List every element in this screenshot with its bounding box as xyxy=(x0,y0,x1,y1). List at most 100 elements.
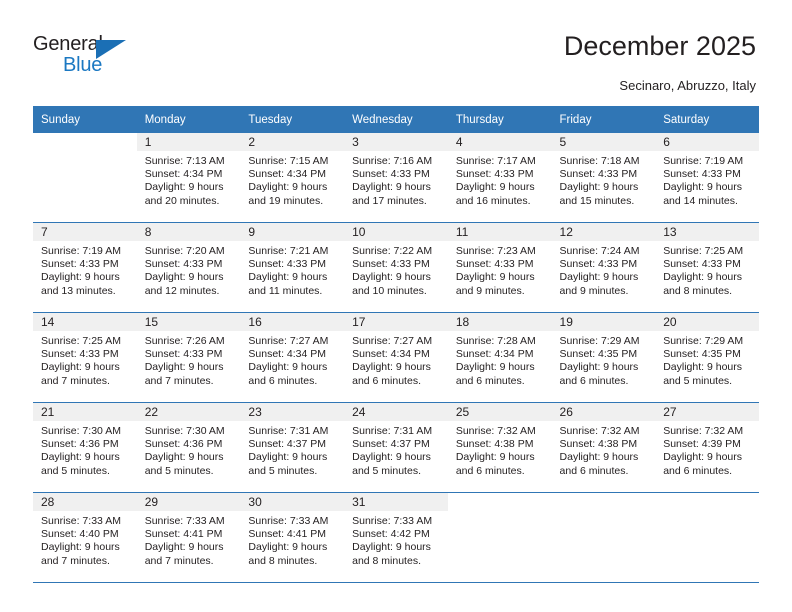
sunset-text: Sunset: 4:33 PM xyxy=(663,258,741,271)
daylight-text-cont: and 7 minutes. xyxy=(144,554,214,567)
calendar-day-cell[interactable]: 11 Sunrise: 7:23 AM Sunset: 4:33 PM Dayligh… xyxy=(447,223,552,313)
day-cell-content: 13 Sunrise: 7:25 AM Sunset: 4:33 PM Dayligh… xyxy=(655,223,759,312)
sunrise-text: Sunrise: 7:16 AM xyxy=(352,155,433,167)
day-number: 29 xyxy=(136,493,241,511)
sunrise-text: Sunrise: 7:29 AM xyxy=(559,335,640,347)
general-blue-logo[interactable]: General Blue xyxy=(33,33,153,81)
day-sun-info: Sunrise: 7:33 AM Sunset: 4:41 PM Daylight:… xyxy=(240,511,344,568)
calendar-day-cell[interactable]: 12 Sunrise: 7:24 AM Sunset: 4:33 PM Dayligh… xyxy=(551,223,656,313)
day-sun-info: Sunrise: 7:31 AM Sunset: 4:37 PM Daylight:… xyxy=(240,421,344,478)
day-sun-info: Sunrise: 7:33 AM Sunset: 4:40 PM Daylight:… xyxy=(33,511,137,568)
calendar-day-cell[interactable]: 21 Sunrise: 7:30 AM Sunset: 4:36 PM Dayligh… xyxy=(33,403,137,493)
daylight-text-cont: and 15 minutes. xyxy=(559,194,635,207)
calendar-day-cell[interactable]: 24 Sunrise: 7:31 AM Sunset: 4:37 PM Dayligh… xyxy=(344,403,448,493)
weekday-header-tuesday: Tuesday xyxy=(240,106,345,133)
day-number xyxy=(655,493,759,511)
day-sun-info: Sunrise: 7:15 AM Sunset: 4:34 PM Daylight:… xyxy=(240,151,344,208)
day-sun-info: Sunrise: 7:23 AM Sunset: 4:33 PM Daylight:… xyxy=(448,241,552,298)
day-number: 14 xyxy=(33,313,137,331)
weekday-header-saturday: Saturday xyxy=(655,106,759,133)
calendar-day-cell[interactable]: 10 Sunrise: 7:22 AM Sunset: 4:33 PM Dayligh… xyxy=(344,223,448,313)
day-sun-info: Sunrise: 7:31 AM Sunset: 4:37 PM Daylight:… xyxy=(344,421,448,478)
day-number: 17 xyxy=(344,313,448,331)
calendar-day-cell[interactable]: 16 Sunrise: 7:27 AM Sunset: 4:34 PM Dayligh… xyxy=(240,313,345,403)
page-subtitle: Secinaro, Abruzzo, Italy xyxy=(619,78,756,93)
sunset-text: Sunset: 4:34 PM xyxy=(144,168,223,181)
day-cell-content: 19 Sunrise: 7:29 AM Sunset: 4:35 PM Dayligh… xyxy=(551,313,656,402)
daylight-text: Daylight: 9 hours xyxy=(663,181,743,194)
day-cell-content: 25 Sunrise: 7:32 AM Sunset: 4:38 PM Dayligh… xyxy=(447,403,552,492)
day-number: 30 xyxy=(240,493,345,511)
day-number: 18 xyxy=(447,313,552,331)
daylight-text-cont: and 6 minutes. xyxy=(559,464,629,477)
calendar-day-cell[interactable]: 20 Sunrise: 7:29 AM Sunset: 4:35 PM Dayligh… xyxy=(655,313,759,403)
day-number: 12 xyxy=(551,223,656,241)
calendar-day-cell[interactable]: 9 Sunrise: 7:21 AM Sunset: 4:33 PM Daylight… xyxy=(240,223,345,313)
sunrise-text: Sunrise: 7:32 AM xyxy=(559,425,640,437)
calendar-empty-cell xyxy=(33,133,137,223)
calendar-day-cell[interactable]: 15 Sunrise: 7:26 AM Sunset: 4:33 PM Dayligh… xyxy=(136,313,241,403)
day-cell-content: 4 Sunrise: 7:17 AM Sunset: 4:33 PM Daylight… xyxy=(447,133,552,222)
calendar-header-row: Sunday Monday Tuesday Wednesday Thursday Frid… xyxy=(33,106,759,133)
calendar-day-cell[interactable]: 6 Sunrise: 7:19 AM Sunset: 4:33 PM Daylight… xyxy=(655,133,759,223)
daylight-text: Daylight: 9 hours xyxy=(144,541,224,554)
calendar-page: General Blue December 2025 Secinaro, Abr… xyxy=(0,0,792,612)
calendar-day-cell[interactable]: 27 Sunrise: 7:32 AM Sunset: 4:39 PM Dayligh… xyxy=(655,403,759,493)
day-sun-info: Sunrise: 7:19 AM Sunset: 4:33 PM Daylight:… xyxy=(655,151,759,208)
daylight-text: Daylight: 9 hours xyxy=(248,451,328,464)
day-number: 7 xyxy=(33,223,137,241)
day-cell-content: 31 Sunrise: 7:33 AM Sunset: 4:42 PM Dayligh… xyxy=(344,493,448,582)
sunrise-text: Sunrise: 7:13 AM xyxy=(144,155,225,167)
calendar-day-cell[interactable]: 4 Sunrise: 7:17 AM Sunset: 4:33 PM Daylight… xyxy=(447,133,552,223)
sunset-text: Sunset: 4:33 PM xyxy=(352,258,430,271)
day-sun-info: Sunrise: 7:19 AM Sunset: 4:33 PM Daylight:… xyxy=(33,241,137,298)
calendar-day-cell[interactable]: 5 Sunrise: 7:18 AM Sunset: 4:33 PM Daylight… xyxy=(551,133,656,223)
day-sun-info: Sunrise: 7:30 AM Sunset: 4:36 PM Daylight:… xyxy=(137,421,241,478)
day-number: 6 xyxy=(655,133,759,151)
calendar-day-cell[interactable]: 19 Sunrise: 7:29 AM Sunset: 4:35 PM Dayligh… xyxy=(551,313,656,403)
daylight-text: Daylight: 9 hours xyxy=(455,451,535,464)
day-cell-content: 11 Sunrise: 7:23 AM Sunset: 4:33 PM Dayligh… xyxy=(447,223,552,312)
calendar-day-cell[interactable]: 17 Sunrise: 7:27 AM Sunset: 4:34 PM Dayligh… xyxy=(344,313,448,403)
logo-text-blue: Blue xyxy=(63,54,103,76)
day-number: 2 xyxy=(240,133,345,151)
calendar-day-cell[interactable]: 22 Sunrise: 7:30 AM Sunset: 4:36 PM Dayligh… xyxy=(136,403,241,493)
calendar-day-cell[interactable]: 3 Sunrise: 7:16 AM Sunset: 4:33 PM Daylight… xyxy=(344,133,448,223)
sunrise-text: Sunrise: 7:17 AM xyxy=(455,155,536,167)
day-sun-info: Sunrise: 7:28 AM Sunset: 4:34 PM Daylight:… xyxy=(448,331,552,388)
day-sun-info: Sunrise: 7:13 AM Sunset: 4:34 PM Daylight:… xyxy=(137,151,241,208)
sunrise-text: Sunrise: 7:21 AM xyxy=(248,245,329,257)
calendar-day-cell[interactable]: 1 Sunrise: 7:13 AM Sunset: 4:34 PM Daylight… xyxy=(136,133,241,223)
calendar-day-cell[interactable]: 25 Sunrise: 7:32 AM Sunset: 4:38 PM Dayligh… xyxy=(447,403,552,493)
day-cell-content: 8 Sunrise: 7:20 AM Sunset: 4:33 PM Daylight… xyxy=(136,223,241,312)
calendar-day-cell[interactable]: 18 Sunrise: 7:28 AM Sunset: 4:34 PM Dayligh… xyxy=(447,313,552,403)
calendar-day-cell[interactable]: 29 Sunrise: 7:33 AM Sunset: 4:41 PM Dayligh… xyxy=(136,493,241,583)
daylight-text-cont: and 12 minutes. xyxy=(144,284,220,297)
sunrise-text: Sunrise: 7:33 AM xyxy=(41,515,121,527)
daylight-text-cont: and 5 minutes. xyxy=(41,464,110,477)
sunset-text: Sunset: 4:33 PM xyxy=(41,348,119,361)
calendar-day-cell[interactable]: 14 Sunrise: 7:25 AM Sunset: 4:33 PM Dayligh… xyxy=(33,313,137,403)
calendar-day-cell[interactable]: 13 Sunrise: 7:25 AM Sunset: 4:33 PM Dayligh… xyxy=(655,223,759,313)
calendar-day-cell[interactable]: 8 Sunrise: 7:20 AM Sunset: 4:33 PM Daylight… xyxy=(136,223,241,313)
day-sun-info: Sunrise: 7:21 AM Sunset: 4:33 PM Daylight:… xyxy=(240,241,344,298)
day-number: 8 xyxy=(136,223,241,241)
daylight-text: Daylight: 9 hours xyxy=(144,361,224,374)
calendar-day-cell[interactable]: 23 Sunrise: 7:31 AM Sunset: 4:37 PM Dayligh… xyxy=(240,403,345,493)
calendar-day-cell[interactable]: 26 Sunrise: 7:32 AM Sunset: 4:38 PM Dayligh… xyxy=(551,403,656,493)
calendar-day-cell[interactable]: 2 Sunrise: 7:15 AM Sunset: 4:34 PM Daylight… xyxy=(240,133,345,223)
calendar-day-cell[interactable]: 28 Sunrise: 7:33 AM Sunset: 4:40 PM Dayligh… xyxy=(33,493,137,583)
sunrise-text: Sunrise: 7:33 AM xyxy=(248,515,329,527)
sunset-text: Sunset: 4:33 PM xyxy=(663,168,741,181)
calendar-day-cell[interactable]: 7 Sunrise: 7:19 AM Sunset: 4:33 PM Daylight… xyxy=(33,223,137,313)
sunrise-text: Sunrise: 7:19 AM xyxy=(41,245,121,257)
day-cell-content xyxy=(655,493,759,582)
calendar-day-cell[interactable]: 31 Sunrise: 7:33 AM Sunset: 4:42 PM Dayligh… xyxy=(344,493,448,583)
sunset-text: Sunset: 4:40 PM xyxy=(41,528,119,541)
day-cell-content: 3 Sunrise: 7:16 AM Sunset: 4:33 PM Daylight… xyxy=(344,133,448,222)
day-cell-content: 20 Sunrise: 7:29 AM Sunset: 4:35 PM Dayligh… xyxy=(655,313,759,402)
daylight-text-cont: and 19 minutes. xyxy=(248,194,324,207)
calendar-day-cell[interactable]: 30 Sunrise: 7:33 AM Sunset: 4:41 PM Dayligh… xyxy=(240,493,345,583)
daylight-text-cont: and 10 minutes. xyxy=(352,284,427,297)
day-cell-content: 14 Sunrise: 7:25 AM Sunset: 4:33 PM Dayligh… xyxy=(33,313,137,402)
